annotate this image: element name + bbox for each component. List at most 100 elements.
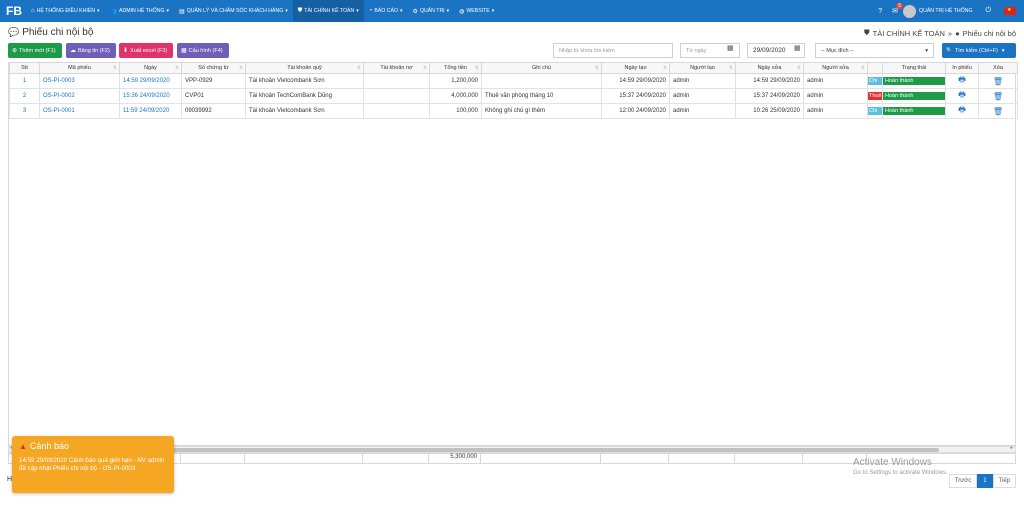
cell-created: 15:37 24/09/2020	[601, 88, 670, 104]
add-new-button[interactable]: ⊕ Thêm mới (F1)	[8, 43, 62, 58]
newsletter-button[interactable]: ☁ Bảng tin (F2)	[66, 43, 116, 58]
header-doc[interactable]: Số chứng từ ⇅	[181, 62, 246, 74]
brand-logo[interactable]: FB	[0, 4, 26, 18]
header-type[interactable]	[867, 62, 883, 74]
trash-icon[interactable]: 🗑	[993, 107, 1003, 116]
avatar[interactable]	[903, 4, 917, 18]
help-icon[interactable]: ?	[873, 8, 887, 15]
purpose-select[interactable]: -- Mục đích -- ▾	[815, 43, 934, 58]
sort-icon: ⇅	[860, 65, 865, 71]
sort-icon: ⇅	[238, 65, 243, 71]
export-excel-button[interactable]: ⬇ Xuất excel (F3)	[119, 43, 173, 58]
config-button[interactable]: ▦ Cấu hình (F4)	[177, 43, 229, 58]
nav-item-crm[interactable]: ▤ QUẢN LÝ VÀ CHĂM SÓC KHÁCH HÀNG ▾	[174, 0, 293, 22]
sort-icon: ⇅	[356, 65, 361, 71]
comment-icon: 💬	[8, 27, 20, 37]
user-name[interactable]: QUẢN TRỊ HỆ THỐNG	[919, 8, 972, 14]
header-date[interactable]: Ngày ⇅	[119, 62, 182, 74]
warning-toast[interactable]: ▲ Cảnh báo 14:59 29/09/2020 Cảnh báo quá…	[12, 436, 174, 493]
plus-icon: ⊕	[12, 48, 18, 54]
cell-total: 4,000,000	[429, 88, 482, 104]
header-label: Tài khoản nợ	[380, 65, 413, 71]
print-icon[interactable]: 🖶	[958, 90, 966, 99]
header-label: Ngày	[144, 65, 157, 71]
search-button[interactable]: 🔍 Tìm kiếm (Ctrl+F) ▾	[942, 43, 1016, 58]
nav-label: QUẢN TRỊ	[419, 8, 445, 14]
cell-total: 1,200,000	[429, 73, 482, 89]
windows-activation-watermark: Activate Windows Go to Settings to activ…	[853, 457, 948, 476]
caret-down-icon: ▾	[400, 8, 403, 14]
nav-item-admin-settings[interactable]: ⚙ QUẢN TRỊ ▾	[408, 0, 455, 22]
navbar-right: ? ✉ 5 QUẢN TRỊ HỆ THỐNG ⏻	[873, 0, 1024, 22]
sort-icon: ⇅	[422, 65, 427, 71]
nav-label: TÀI CHÍNH KẾ TOÁN	[304, 8, 355, 14]
page-title: 💬 Phiếu chi nội bộ	[8, 27, 93, 38]
cell-code-link[interactable]: OS-PI-0003	[39, 73, 120, 89]
notification-bell-icon[interactable]: ✉ 5	[887, 3, 904, 15]
header-note[interactable]: Ghi chú ⇅	[481, 62, 602, 74]
calendar-icon[interactable]: ▦	[727, 44, 734, 52]
pagination-next[interactable]: Tiếp	[992, 474, 1016, 488]
header-created[interactable]: Ngày tạo ⇅	[601, 62, 670, 74]
print-icon[interactable]: 🖶	[958, 75, 966, 84]
header-print[interactable]: In phiếu	[945, 62, 979, 74]
cell-modified: 14:59 29/09/2020	[735, 73, 804, 89]
sort-icon: ⇅	[474, 65, 479, 71]
header-stt[interactable]: Stt	[9, 62, 40, 74]
comment-icon: ●	[955, 28, 960, 38]
cell-type: Chi	[867, 103, 883, 119]
breadcrumb-finance[interactable]: TÀI CHÍNH KẾ TOÁN	[873, 29, 945, 38]
data-table-container: Stt Mã phiếu ⇅ Ngày ⇅ Số chứng từ ⇅ Tài kho…	[8, 62, 1018, 446]
vietnam-flag-icon[interactable]	[1004, 7, 1016, 15]
table-row[interactable]: 2 OS-PI-0002 15:36 24/09/2020 CVP01 Tài …	[9, 88, 1018, 104]
header-label: Ngày sửa	[757, 65, 782, 71]
nav-item-finance[interactable]: ⛊ TÀI CHÍNH KẾ TOÁN ▾	[292, 0, 364, 22]
header-debit[interactable]: Tài khoản nợ ⇅	[363, 62, 430, 74]
header-modifier[interactable]: Người sửa ⇅	[803, 62, 868, 74]
header-fund[interactable]: Tài khoản quỹ ⇅	[245, 62, 364, 74]
header-delete[interactable]: Xóa	[978, 62, 1018, 74]
caret-down-icon: ▾	[491, 8, 495, 14]
cell-doc: CVP01	[181, 88, 246, 104]
header-modified[interactable]: Ngày sửa ⇅	[735, 62, 804, 74]
type-badge: Chi	[868, 107, 882, 115]
trash-icon[interactable]: 🗑	[993, 77, 1003, 86]
calendar-icon[interactable]: ▦	[794, 44, 801, 52]
table-row[interactable]: 3 OS-PI-0001 11:59 24/09/2020 09039992 T…	[9, 103, 1018, 119]
header-creator[interactable]: Người tạo ⇅	[669, 62, 736, 74]
sort-icon: ⇅	[662, 65, 667, 71]
trash-icon[interactable]: 🗑	[993, 92, 1003, 101]
nav-item-reports[interactable]: ◔ BÁO CÁO ▾	[364, 0, 408, 22]
newsletter-label: Bảng tin (F2)	[78, 47, 110, 54]
breadcrumb-separator-icon: »	[947, 28, 953, 38]
print-icon[interactable]: 🖶	[958, 105, 966, 114]
cell-stt: 2	[9, 88, 40, 104]
contacts-icon: ▤	[179, 8, 185, 15]
cell-modifier: admin	[803, 88, 868, 104]
cell-fund: Tài khoản Vietcombank Sơn	[245, 73, 364, 89]
caret-down-icon[interactable]: ▾	[1002, 48, 1005, 54]
nav-item-website[interactable]: ◍ WEBSITE ▾	[454, 0, 499, 22]
warning-title-text: Cảnh báo	[29, 441, 69, 451]
header-total[interactable]: Tổng tiền ⇅	[429, 62, 482, 74]
header-status[interactable]: Trạng thái	[882, 62, 946, 74]
shield-icon: ⛊	[297, 7, 303, 14]
header-code[interactable]: Mã phiếu ⇅	[39, 62, 120, 74]
data-table: Stt Mã phiếu ⇅ Ngày ⇅ Số chứng từ ⇅ Tài kho…	[9, 62, 1018, 119]
cell-note	[481, 73, 602, 89]
table-row[interactable]: 1 OS-PI-0003 14:59 29/09/2020 VPP-0929 T…	[9, 73, 1018, 89]
sort-icon: ⇅	[594, 65, 599, 71]
caret-down-icon: ▾	[285, 8, 288, 14]
power-icon[interactable]: ⏻	[980, 7, 996, 15]
footer-cell	[601, 454, 669, 463]
page-title-text: Phiếu chi nội bộ	[22, 27, 94, 38]
watermark-line1: Activate Windows	[853, 457, 932, 468]
pagination-prev[interactable]: Trước	[948, 474, 978, 488]
pagination-page[interactable]: 1	[977, 474, 993, 488]
cell-code-link[interactable]: OS-PI-0002	[39, 88, 120, 104]
nav-item-admin[interactable]: 👥 ADMIN HỆ THỐNG ▾	[105, 0, 174, 22]
cell-code-link[interactable]: OS-PI-0001	[39, 103, 120, 119]
scroll-right-icon[interactable]: ▸	[1010, 445, 1013, 451]
nav-item-dashboard[interactable]: ⌂ HỆ THỐNG ĐIỀU KHIỂN ▾	[26, 0, 105, 22]
search-input[interactable]: Nhập từ khóa tìm kiếm	[553, 43, 673, 58]
